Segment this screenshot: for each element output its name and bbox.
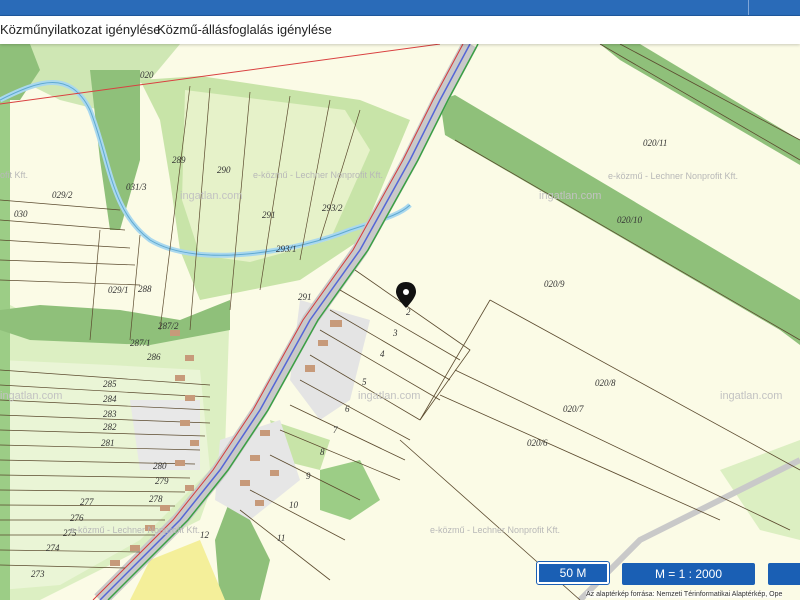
parcel-label: 274 <box>46 543 60 553</box>
cadastral-map[interactable]: 020 289 290 291 293/2 293/1 291 031/3 02… <box>0 44 800 600</box>
svg-text:e-közmű - Lechner Nonprofit Kf: e-közmű - Lechner Nonprofit Kft. <box>608 171 738 181</box>
parcel-label: 279 <box>155 476 169 486</box>
svg-text:ingatlan.com: ingatlan.com <box>358 390 420 402</box>
zoom-scale-button[interactable]: M = 1 : 2000 <box>622 563 755 585</box>
parcel-label: 277 <box>80 497 94 507</box>
parcel-label: 278 <box>149 494 163 504</box>
map-canvas[interactable]: 020 289 290 291 293/2 293/1 291 031/3 02… <box>0 44 800 600</box>
parcel-label: 3 <box>392 328 398 338</box>
scale-bar-button[interactable]: 50 M <box>536 561 610 585</box>
parcel-label: 020 <box>140 70 154 80</box>
parcel-label: 029/1 <box>108 285 129 295</box>
map-attribution: Az alaptérkép forrása: Nemzeti Térinform… <box>586 591 783 598</box>
parcel-label: 5 <box>362 377 367 387</box>
svg-text:ingatlan.com: ingatlan.com <box>720 390 782 402</box>
parcel-label: 281 <box>101 438 115 448</box>
parcel-label: 020/8 <box>595 378 616 388</box>
parcel-label: 031/3 <box>126 182 147 192</box>
parcel-label: 12 <box>200 530 210 540</box>
parcel-label: 020/11 <box>643 138 667 148</box>
svg-text:e-közmű - Lechner Nonprofit Kf: e-közmű - Lechner Nonprofit Kft. <box>430 525 560 535</box>
parcel-label: 291 <box>262 210 276 220</box>
parcel-label: 2 <box>406 307 411 317</box>
svg-text:ingatlan.com: ingatlan.com <box>0 390 62 402</box>
parcel-label: 030 <box>14 209 28 219</box>
parcel-label: 291 <box>298 292 312 302</box>
svg-text:e-közmű - Lechner Nonprofit Kf: e-közmű - Lechner Nonprofit Kft. <box>70 525 200 535</box>
svg-text:ingatlan.com: ingatlan.com <box>539 190 601 202</box>
top-header-bar <box>0 0 800 16</box>
parcel-label: 4 <box>380 349 385 359</box>
parcel-label: 293/2 <box>322 203 343 213</box>
map-control-button[interactable] <box>768 563 800 585</box>
parcel-label: 6 <box>345 404 350 414</box>
parcel-label: 8 <box>320 447 325 457</box>
parcel-label: 284 <box>103 394 117 404</box>
parcel-label: 10 <box>289 500 299 510</box>
parcel-label: 287/1 <box>130 338 151 348</box>
parcel-label: 11 <box>277 533 285 543</box>
parcel-label: 7 <box>333 425 338 435</box>
parcel-label: 280 <box>153 461 167 471</box>
parcel-label: 020/6 <box>527 438 548 448</box>
parcel-label: 285 <box>103 379 117 389</box>
parcel-label: 273 <box>31 569 45 579</box>
parcel-label: 286 <box>147 352 161 362</box>
parcel-label: 290 <box>217 165 231 175</box>
parcel-label: 282 <box>103 422 117 432</box>
parcel-label: 9 <box>306 471 311 481</box>
parcel-label: 288 <box>138 284 152 294</box>
tab-utility-opinion[interactable]: Közmű-állásfoglalás igénylése <box>157 22 332 37</box>
parcel-label: 276 <box>70 513 84 523</box>
parcel-label: 029/2 <box>52 190 73 200</box>
parcel-label: 287/2 <box>158 321 179 331</box>
parcel-label: 020/10 <box>617 215 643 225</box>
svg-text:ofit Kft.: ofit Kft. <box>0 170 28 180</box>
parcel-label: 020/7 <box>563 404 584 414</box>
svg-text:ingatlan.com: ingatlan.com <box>180 190 242 202</box>
request-tabs: Közműnyilatkozat igénylése Közmű-állásfo… <box>0 16 800 44</box>
svg-text:e-közmű - Lechner Nonprofit Kf: e-közmű - Lechner Nonprofit Kft. <box>253 170 383 180</box>
parcel-label: 293/1 <box>276 244 297 254</box>
parcel-label: 289 <box>172 155 186 165</box>
tab-utility-statement[interactable]: Közműnyilatkozat igénylése <box>0 22 160 37</box>
parcel-label: 283 <box>103 409 117 419</box>
header-separator <box>748 0 749 16</box>
parcel-label: 020/9 <box>544 279 565 289</box>
